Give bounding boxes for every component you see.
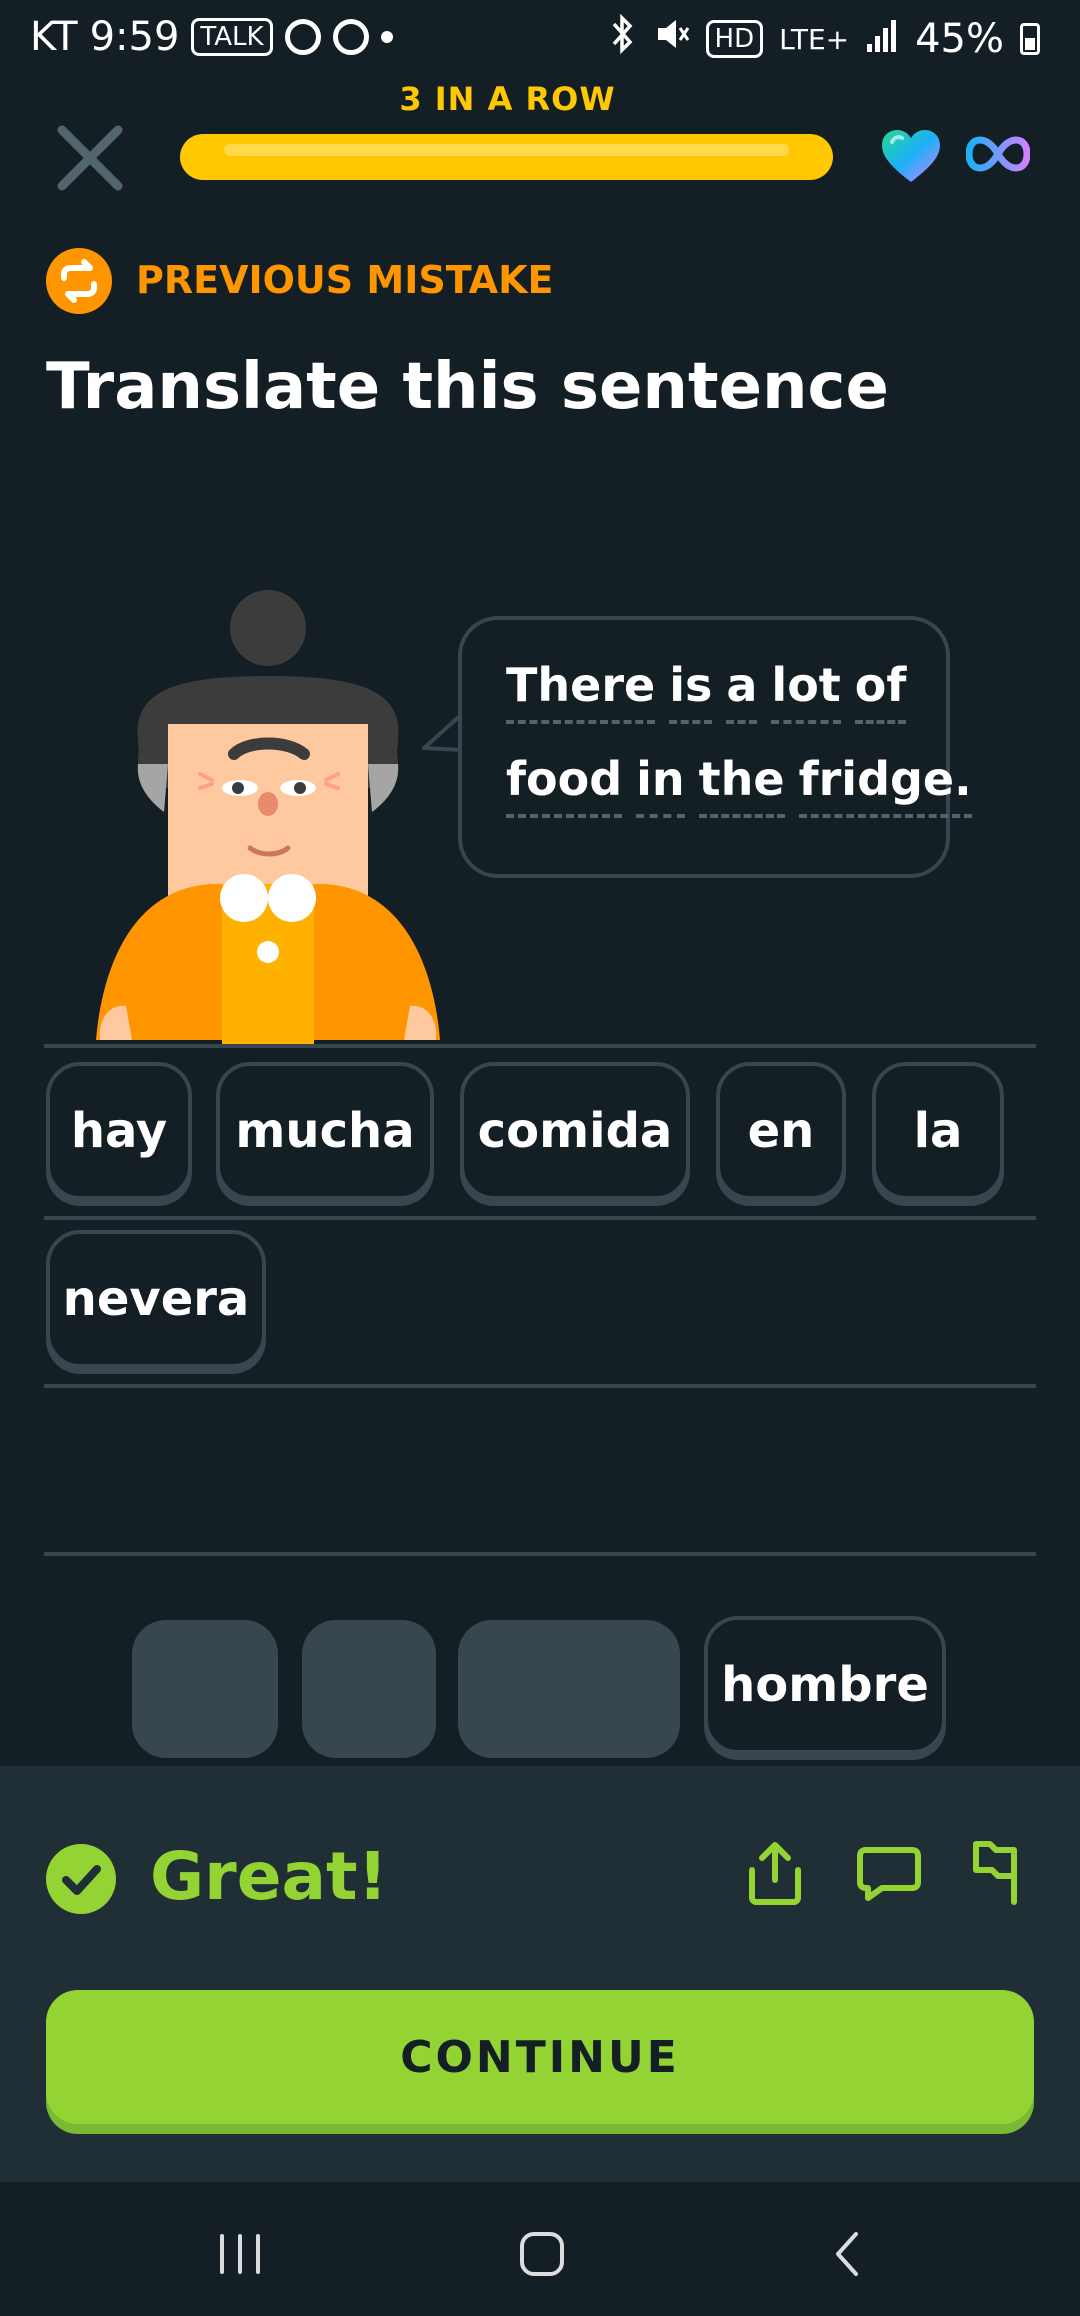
answer-tile[interactable]: hay [46,1062,192,1200]
answer-tile[interactable]: en [716,1062,846,1200]
share-icon [749,1842,801,1905]
status-bar: KT 9:59 TALK HD LTE+ 45% [0,0,1080,80]
infinity-icon [965,132,1031,176]
mute-icon [654,14,690,64]
word-bank-empty-slot [458,1620,680,1758]
recent-apps-button[interactable] [210,2230,270,2278]
discussion-button[interactable] [854,1840,924,1906]
hint-word[interactable]: There [506,656,656,724]
heart-icon[interactable] [880,128,942,184]
sentence-line-2: food in the fridge. [506,750,986,818]
challenge-title: Translate this sentence [46,350,889,424]
answer-line-1 [44,1044,1036,1048]
c-icon [332,19,369,55]
status-left: KT 9:59 TALK [30,14,393,60]
hint-word[interactable]: food [506,750,623,818]
answer-line-3 [44,1384,1036,1388]
previous-mistake-icon [46,248,112,314]
answer-tile[interactable]: nevera [46,1230,266,1368]
hint-word[interactable]: the [698,750,785,818]
previous-mistake-label: PREVIOUS MISTAKE [136,258,554,302]
flag-icon [973,1841,1017,1905]
dot-icon [380,31,393,43]
check-icon [46,1844,116,1914]
talk-icon: TALK [191,18,273,56]
continue-button[interactable]: CONTINUE [46,1990,1034,2124]
hint-word[interactable]: fridge. [798,750,972,818]
hint-word[interactable]: a [726,656,758,724]
word-bank-tile[interactable]: hombre [704,1616,946,1754]
signal-icon [865,16,899,62]
word-bank-empty-slot [132,1620,278,1758]
carrier-label: KT [30,14,78,60]
feedback-label: Great! [150,1838,388,1915]
clock: 9:59 [89,14,180,60]
status-right: HD LTE+ 45% [608,13,1040,64]
sentence-line-1: There is a lot of [506,656,920,724]
network-label: LTE+ [779,22,850,56]
recent-apps-icon [220,2234,260,2274]
character-illustration [92,588,448,1048]
lesson-progress-bar [180,134,833,180]
hint-word[interactable]: lot [771,656,841,724]
bluetooth-icon [608,13,638,64]
word-bank-empty-slot [302,1620,436,1758]
answer-tile[interactable]: comida [460,1062,690,1200]
share-button[interactable] [744,1840,806,1906]
hint-word[interactable]: in [636,750,685,818]
answer-line-2 [44,1216,1036,1220]
streak-label: 3 IN A ROW [399,80,616,118]
answer-line-4 [44,1552,1036,1556]
home-icon [520,2232,564,2276]
report-button[interactable] [970,1840,1032,1906]
back-button[interactable] [818,2230,878,2278]
back-icon [836,2232,858,2276]
answer-tile[interactable]: la [872,1062,1004,1200]
battery-label: 45% [915,16,1004,62]
progress-bar-shine [224,144,789,156]
close-icon [57,125,123,191]
hd-icon: HD [705,20,764,58]
battery-icon [1020,23,1040,55]
speech-bubble: There is a lot of food in the fridge. [458,616,972,878]
comment-icon [857,1847,921,1901]
close-button[interactable] [50,118,130,198]
hint-word[interactable]: of [854,656,907,724]
answer-tile[interactable]: mucha [216,1062,434,1200]
home-button[interactable] [512,2230,572,2278]
hint-word[interactable]: is [669,656,713,724]
c-icon [284,19,321,55]
